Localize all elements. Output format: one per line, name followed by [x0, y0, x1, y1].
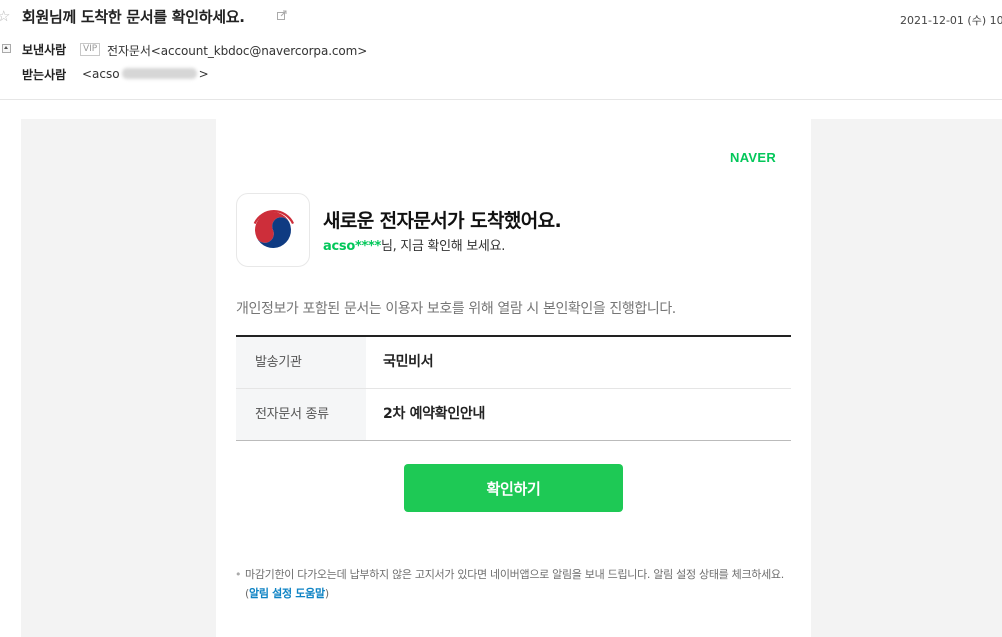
footnote-bullet: • — [235, 568, 242, 581]
document-info-table: 발송기관 국민비서 전자문서 종류 2차 예약확인안내 — [236, 335, 791, 441]
to-label: 받는사람 — [22, 68, 67, 82]
body-background-left — [21, 119, 216, 637]
row-value-sender-org: 국민비서 — [383, 354, 434, 370]
body-background-right — [811, 119, 1002, 637]
naver-logo: NAVER — [730, 150, 777, 165]
confirm-button[interactable]: 확인하기 — [404, 464, 623, 512]
mail-header: ☆ 회원님께 도착한 문서를 확인하세요. 2021-12-01 (수) 10 … — [0, 0, 1002, 100]
headline: 새로운 전자문서가 도착했어요. — [323, 210, 562, 232]
external-link-icon[interactable] — [277, 10, 287, 20]
table-row: 발송기관 국민비서 — [236, 337, 791, 388]
table-row: 전자문서 종류 2차 예약확인안내 — [236, 388, 791, 440]
notification-help-link[interactable]: 알림 설정 도움말 — [249, 587, 325, 600]
greeting: acso****님, 지금 확인해 보세요. — [323, 235, 505, 254]
user-id: acso**** — [323, 239, 381, 254]
star-outline-icon[interactable]: ☆ — [0, 8, 10, 24]
row-value-doc-type: 2차 예약확인안내 — [383, 406, 486, 422]
sender-address[interactable]: 전자문서<account_kbdoc@navercorpa.com> — [107, 42, 367, 59]
row-key-sender-org: 발송기관 — [236, 337, 366, 388]
recipient-suffix: > — [198, 67, 209, 81]
redacted-blur — [121, 68, 197, 79]
vip-badge: VIP — [80, 43, 101, 56]
privacy-notice: 개인정보가 포함된 문서는 이용자 보호를 위해 열람 시 본인확인을 진행합니… — [236, 301, 676, 317]
mail-date: 2021-12-01 (수) 10 — [900, 14, 1002, 27]
mail-subject: 회원님께 도착한 문서를 확인하세요. — [22, 8, 245, 26]
footnote: • 마감기한이 다가오는데 납부하지 않은 고지서가 있다면 네이버앱으로 알림… — [235, 565, 796, 603]
footnote-text-wrap: 마감기한이 다가오는데 납부하지 않은 고지서가 있다면 네이버앱으로 알림을 … — [236, 565, 796, 603]
greeting-text: 님, 지금 확인해 보세요. — [380, 239, 506, 254]
from-label: 보낸사람 — [22, 43, 67, 57]
recipient-prefix: <acso — [82, 67, 120, 81]
footnote-close: ) — [324, 587, 329, 600]
recipient-address[interactable]: <acso > — [82, 67, 209, 81]
sender-logo — [236, 193, 310, 267]
taegeuk-emblem-icon — [253, 210, 295, 248]
collapse-toggle-icon[interactable] — [2, 44, 11, 53]
row-key-doc-type: 전자문서 종류 — [236, 389, 366, 440]
